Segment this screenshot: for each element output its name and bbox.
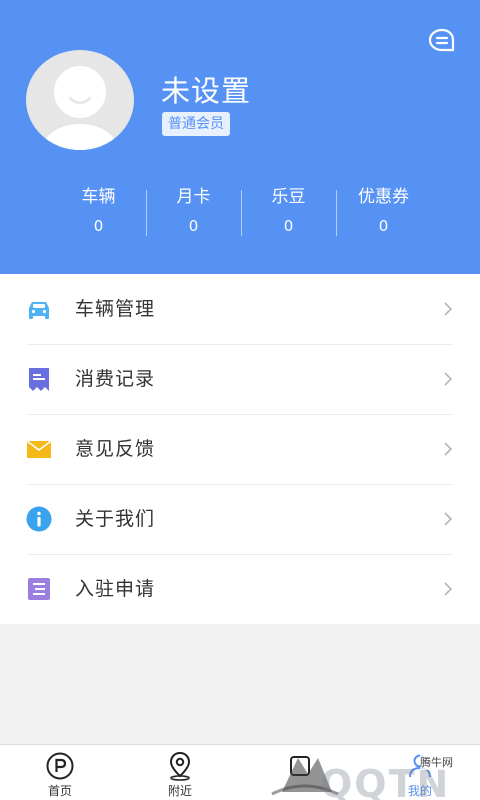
watermark-cn: 腾牛网 bbox=[420, 754, 453, 770]
stat-value: 0 bbox=[188, 217, 199, 235]
envelope-icon bbox=[26, 440, 52, 458]
chevron-right-icon bbox=[444, 302, 453, 316]
member-badge: 普通会员 bbox=[162, 112, 230, 136]
stat-label: 优惠券 bbox=[358, 187, 409, 207]
menu-item-feedback[interactable]: 意见反馈 bbox=[0, 414, 480, 484]
stat-monthly-card[interactable]: 月卡 0 bbox=[146, 184, 241, 240]
stat-label: 乐豆 bbox=[271, 187, 306, 207]
menu-label: 关于我们 bbox=[75, 508, 156, 530]
menu-item-about-us[interactable]: 关于我们 bbox=[0, 484, 480, 554]
menu-label: 入驻申请 bbox=[75, 578, 156, 600]
chevron-right-icon bbox=[444, 512, 453, 526]
parking-icon bbox=[46, 752, 74, 780]
avatar[interactable] bbox=[26, 50, 134, 150]
chevron-right-icon bbox=[444, 442, 453, 456]
stat-label: 车辆 bbox=[81, 187, 116, 207]
car-icon bbox=[29, 302, 49, 319]
info-icon bbox=[26, 506, 52, 532]
menu-list: 车辆管理 消费记录 意见反馈 关于我们 入驻申请 bbox=[0, 274, 480, 624]
username[interactable]: 未设置 bbox=[161, 68, 251, 110]
menu-label: 车辆管理 bbox=[75, 298, 156, 320]
tab-home[interactable]: 首页 bbox=[0, 745, 120, 800]
document-icon bbox=[28, 578, 50, 600]
stat-ledou[interactable]: 乐豆 0 bbox=[241, 184, 336, 240]
profile-header: 未设置 普通会员 车辆 0 月卡 0 乐豆 0 优惠券 0 bbox=[0, 0, 480, 274]
chevron-right-icon bbox=[444, 582, 453, 596]
menu-item-vehicle-management[interactable]: 车辆管理 bbox=[0, 274, 480, 344]
chevron-right-icon bbox=[444, 372, 453, 386]
message-icon[interactable] bbox=[428, 28, 456, 54]
stat-coupons[interactable]: 优惠券 0 bbox=[336, 184, 431, 240]
menu-item-consumption-records[interactable]: 消费记录 bbox=[0, 344, 480, 414]
tab-label: 首页 bbox=[47, 784, 72, 798]
location-pin-icon bbox=[169, 751, 191, 781]
default-avatar-icon bbox=[42, 66, 118, 150]
receipt-icon bbox=[29, 368, 49, 391]
stat-value: 0 bbox=[283, 217, 294, 235]
stat-label: 月卡 bbox=[176, 187, 211, 207]
stats-row: 车辆 0 月卡 0 乐豆 0 优惠券 0 bbox=[0, 184, 480, 240]
menu-label: 意见反馈 bbox=[75, 438, 156, 460]
stat-value: 0 bbox=[378, 217, 389, 235]
menu-label: 消费记录 bbox=[75, 368, 156, 390]
tab-nearby[interactable]: 附近 bbox=[120, 745, 240, 800]
stat-value: 0 bbox=[93, 217, 104, 235]
stat-vehicles[interactable]: 车辆 0 bbox=[51, 184, 146, 240]
menu-item-settle-application[interactable]: 入驻申请 bbox=[0, 554, 480, 624]
tab-label: 附近 bbox=[167, 784, 192, 798]
